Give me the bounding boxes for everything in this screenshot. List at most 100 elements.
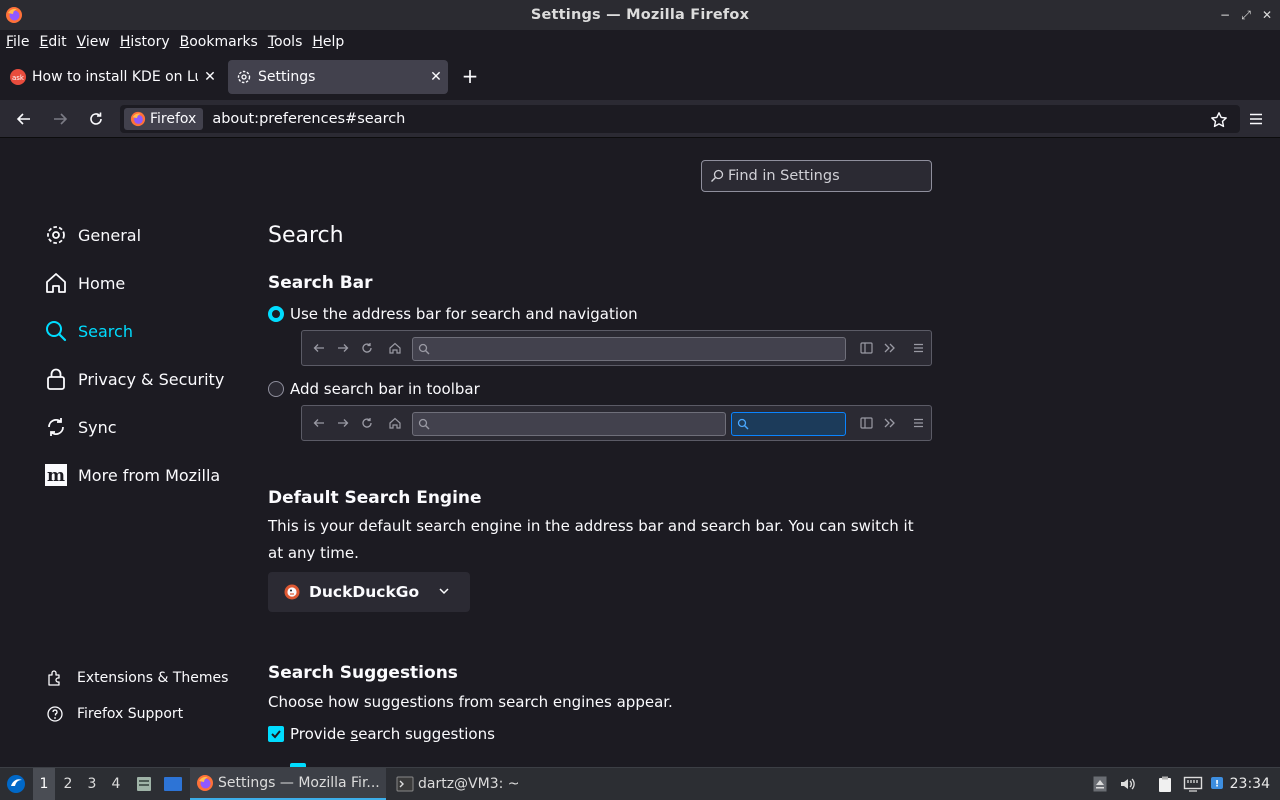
minimize-button[interactable]: − <box>1216 6 1234 24</box>
default-engine-description: This is your default search engine in th… <box>268 517 914 562</box>
firefox-support-link[interactable]: Firefox Support <box>46 703 183 725</box>
preview-url-field <box>412 337 846 361</box>
settings-page: Find in Settings General Home Search Pri… <box>0 139 1280 767</box>
svg-text:ask: ask <box>12 74 25 82</box>
menu-file[interactable]: File <box>6 34 29 50</box>
menu-help[interactable]: Help <box>312 34 344 50</box>
reload-button[interactable] <box>84 107 108 131</box>
radio-label: Use the address bar for search and navig… <box>290 305 638 323</box>
footer-link-label: Firefox Support <box>77 706 184 722</box>
workspace-1[interactable]: 1 <box>33 768 55 800</box>
category-privacy-security[interactable]: Privacy & Security <box>44 364 224 394</box>
search-icon <box>44 319 68 343</box>
chevron-down-icon <box>439 588 449 595</box>
bookmark-star-icon[interactable] <box>1210 111 1228 129</box>
eject-icon <box>1093 776 1107 792</box>
task-terminal[interactable]: dartz@VM3: ~ <box>390 768 586 800</box>
network-icon <box>1183 776 1203 792</box>
tray-eject-button[interactable] <box>1091 768 1109 800</box>
url-bar[interactable]: Firefox about:preferences#search <box>120 105 1240 133</box>
category-search[interactable]: Search <box>44 316 133 346</box>
radio-address-bar[interactable]: Use the address bar for search and navig… <box>268 304 638 324</box>
volume-icon <box>1121 778 1135 790</box>
preview-toolbar-icons <box>860 417 923 429</box>
firefox-icon <box>197 775 213 791</box>
menu-view[interactable]: View <box>77 34 110 50</box>
menu-bookmarks[interactable]: Bookmarks <box>180 34 258 50</box>
tray-network-button[interactable] <box>1182 768 1204 800</box>
extensions-themes-link[interactable]: Extensions & Themes <box>46 667 228 689</box>
radio-selected-indicator <box>268 306 284 322</box>
footer-link-label: Extensions & Themes <box>77 670 229 686</box>
forward-button[interactable] <box>48 107 72 131</box>
show-desktop-button[interactable] <box>161 768 185 800</box>
tray-clipboard-button[interactable] <box>1155 768 1175 800</box>
find-in-settings-input[interactable]: Find in Settings <box>701 160 932 192</box>
tab-kde-article[interactable]: ask How to install KDE on Lubuntu ✕ <box>4 60 222 94</box>
search-suggestions-heading: Search Suggestions <box>268 663 458 683</box>
task-firefox-settings[interactable]: Settings — Mozilla Fir... <box>190 768 386 800</box>
start-menu-button[interactable] <box>4 768 28 800</box>
radio-toolbar-search-bar[interactable]: Add search bar in toolbar <box>268 379 480 399</box>
preview-nav-icons <box>313 342 401 354</box>
search-suggestions-description: Choose how suggestions from search engin… <box>268 693 673 711</box>
provide-suggestions-checkbox[interactable]: Provide search suggestions <box>268 724 495 744</box>
tab-settings[interactable]: Settings ✕ <box>228 60 448 94</box>
tray-updates-button[interactable]: ! <box>1209 768 1225 800</box>
category-general[interactable]: General <box>44 220 141 250</box>
svg-text:!: ! <box>1215 780 1219 790</box>
search-bar-heading: Search Bar <box>268 273 373 293</box>
puzzle-icon <box>46 669 64 687</box>
task-label: dartz@VM3: ~ <box>418 776 520 792</box>
url-text[interactable]: about:preferences#search <box>212 111 405 127</box>
menu-edit[interactable]: Edit <box>39 34 66 50</box>
new-tab-button[interactable]: + <box>458 64 482 88</box>
file-manager-icon <box>137 777 151 791</box>
workspace-2[interactable]: 2 <box>57 768 79 800</box>
tab-label: How to install KDE on Lubuntu <box>32 69 198 85</box>
file-manager-launcher[interactable] <box>133 768 155 800</box>
lock-icon <box>44 367 68 391</box>
window-titlebar: Settings — Mozilla Firefox − ⤢ ✕ <box>0 0 1280 30</box>
menu-bar: File Edit View History Bookmarks Tools H… <box>0 30 1280 54</box>
desktop-icon <box>164 777 182 791</box>
gear-icon <box>44 223 68 247</box>
tray-volume-button[interactable] <box>1118 768 1138 800</box>
radio-unselected-indicator <box>268 381 284 397</box>
category-more-from-mozilla[interactable]: m More from Mozilla <box>44 460 220 490</box>
search-icon <box>711 169 724 182</box>
help-icon <box>46 705 64 723</box>
address-bar-preview <box>301 330 932 366</box>
workspace-3[interactable]: 3 <box>81 768 103 800</box>
preview-search-field <box>731 412 846 436</box>
taskbar-clock[interactable]: 23:34 <box>1230 768 1270 800</box>
back-button[interactable] <box>12 107 36 131</box>
category-label: General <box>78 225 142 245</box>
home-icon <box>44 271 68 295</box>
default-engine-dropdown[interactable]: DuckDuckGo <box>268 572 470 612</box>
category-label: More from Mozilla <box>78 465 221 485</box>
preview-nav-icons <box>313 417 401 429</box>
menu-history[interactable]: History <box>120 34 170 50</box>
menu-tools[interactable]: Tools <box>268 34 303 50</box>
app-menu-button[interactable] <box>1244 107 1268 131</box>
category-home[interactable]: Home <box>44 268 125 298</box>
dropdown-selected-value: DuckDuckGo <box>309 583 420 601</box>
close-tab-button[interactable]: ✕ <box>198 69 222 85</box>
mozilla-icon: m <box>44 463 68 487</box>
default-engine-heading: Default Search Engine <box>268 488 482 508</box>
update-notification-icon: ! <box>1211 777 1223 790</box>
close-tab-button[interactable]: ✕ <box>424 69 448 85</box>
identity-box[interactable]: Firefox <box>124 108 204 130</box>
category-sync[interactable]: Sync <box>44 412 117 442</box>
workspace-4[interactable]: 4 <box>105 768 127 800</box>
lubuntu-logo-icon <box>7 775 25 793</box>
category-label: Sync <box>78 417 117 437</box>
category-label: Search <box>78 321 133 341</box>
arrow-left-icon <box>16 113 30 125</box>
radio-label: Add search bar in toolbar <box>290 380 480 398</box>
preview-url-field <box>412 412 726 436</box>
close-window-button[interactable]: ✕ <box>1258 6 1276 24</box>
page-title: Search <box>268 223 344 248</box>
maximize-button[interactable]: ⤢ <box>1237 6 1255 24</box>
